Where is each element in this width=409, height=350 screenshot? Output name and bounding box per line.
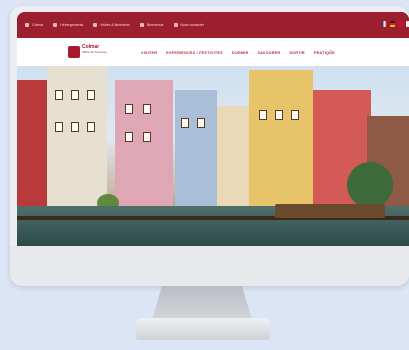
- monitor-base: [136, 318, 270, 340]
- logo[interactable]: Colmar Office de Tourisme: [82, 45, 107, 55]
- home-icon: [25, 23, 29, 27]
- menu-item-savourer[interactable]: SAVOURER: [257, 51, 280, 55]
- utility-item-5[interactable]: Nous contacter: [173, 23, 204, 27]
- menu-item-sortir[interactable]: SORTIR: [289, 51, 305, 55]
- house-pink: [115, 80, 173, 208]
- info-icon: [139, 23, 144, 27]
- hero-image: [17, 66, 409, 246]
- boat-deck: [275, 204, 385, 218]
- flag-en-icon[interactable]: [398, 21, 403, 27]
- tree-right: [347, 162, 393, 208]
- utility-item-2[interactable]: Hébergements: [53, 23, 83, 27]
- menu-item-experiences[interactable]: EXPERIENCES / FESTIVITES: [166, 51, 223, 55]
- menu-item-dormir[interactable]: DORMIR: [232, 51, 249, 55]
- menu-item-visiter[interactable]: VISITER: [141, 51, 157, 55]
- house-left: [47, 66, 107, 208]
- map-icon: [93, 23, 98, 27]
- search-icon[interactable]: ⌕: [329, 49, 332, 56]
- language-switcher: [382, 21, 409, 27]
- mail-icon: [173, 23, 178, 27]
- flag-de-icon[interactable]: [390, 21, 395, 27]
- flag-fr-icon[interactable]: [382, 21, 387, 27]
- monitor-chin: [10, 246, 409, 286]
- bed-icon: [53, 23, 58, 27]
- main-menu: VISITER EXPERIENCES / FESTIVITES DORMIR …: [141, 51, 335, 55]
- monitor-stand: [152, 286, 252, 320]
- logo-icon[interactable]: [68, 46, 80, 58]
- monitor: Colmar Hébergements Visites & itinéraire…: [10, 6, 409, 286]
- utility-item-1[interactable]: Colmar: [25, 23, 43, 27]
- main-navigation: Colmar Office de Tourisme VISITER EXPERI…: [17, 38, 409, 66]
- utility-bar: Colmar Hébergements Visites & itinéraire…: [17, 12, 409, 38]
- utility-item-4[interactable]: Bienvenue: [139, 23, 164, 27]
- logo-subtitle: Office de Tourisme: [82, 50, 107, 54]
- utility-item-3[interactable]: Visites & itinéraires: [93, 23, 130, 27]
- house-blue: [175, 90, 217, 208]
- house-yellow: [249, 70, 313, 208]
- screen: Colmar Hébergements Visites & itinéraire…: [17, 12, 409, 246]
